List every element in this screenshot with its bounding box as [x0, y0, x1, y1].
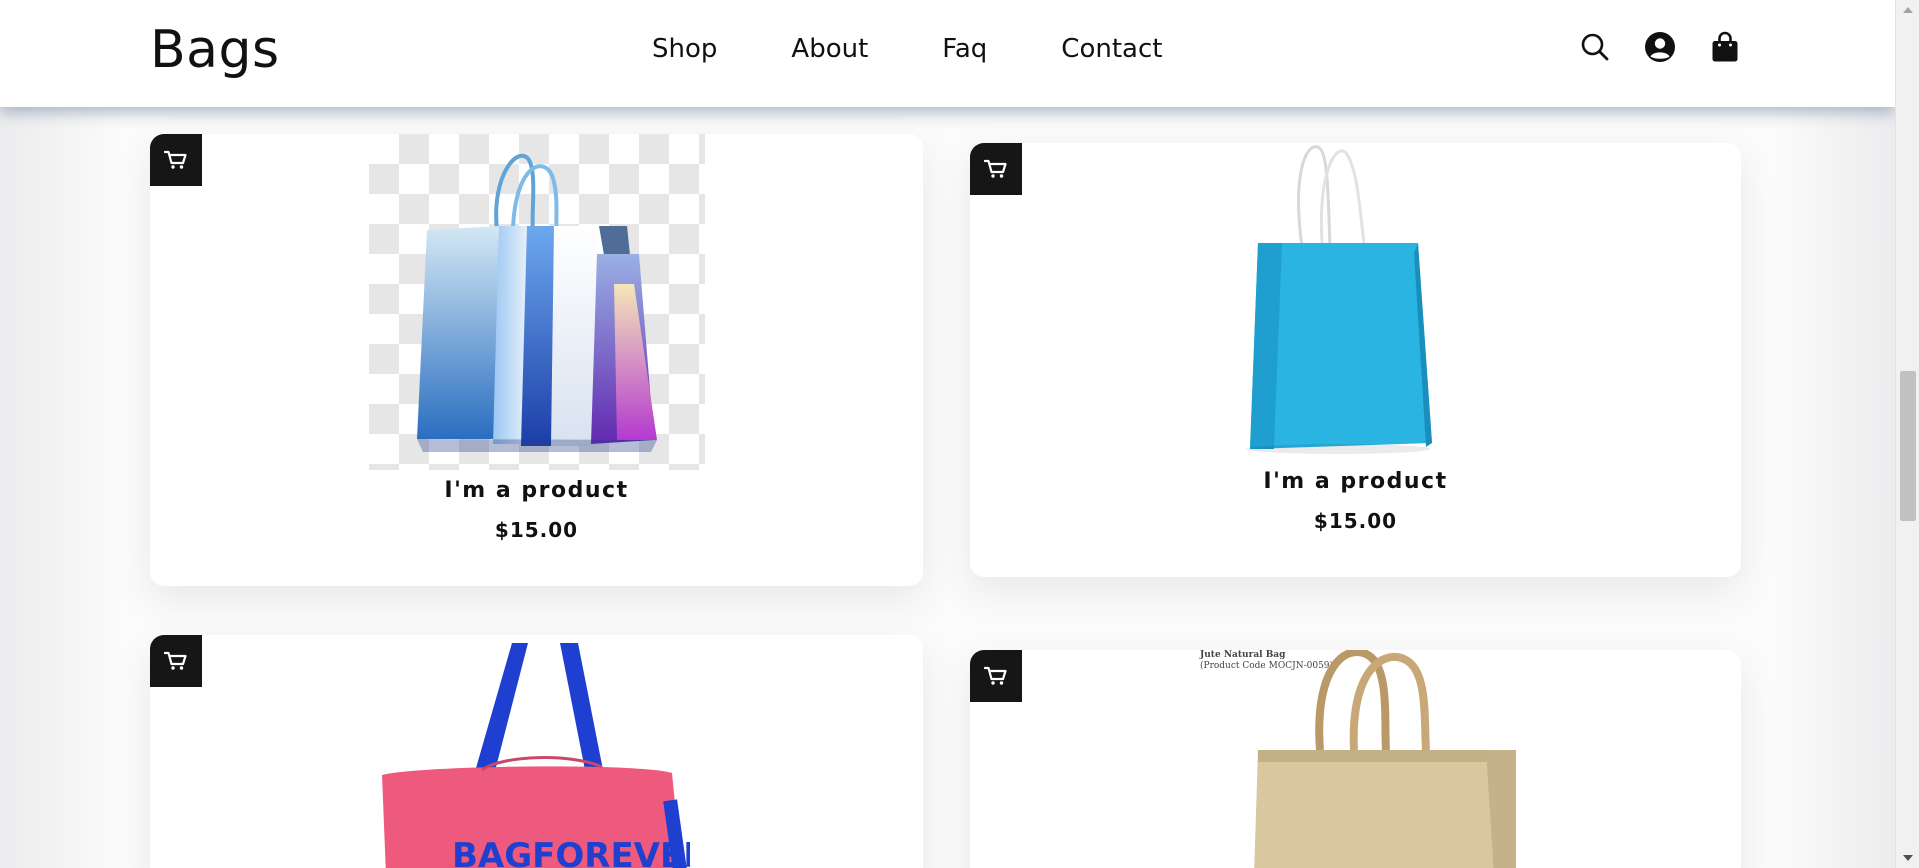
- product-image-jute-bag[interactable]: Jute Natural Bag (Product Code MOCJN-005…: [1194, 650, 1520, 868]
- add-to-cart-button[interactable]: [970, 650, 1022, 702]
- page: Bags Shop About Faq Contact I'm a produc…: [0, 0, 1895, 868]
- scroll-down-arrow-icon[interactable]: [1903, 855, 1913, 861]
- cart-icon: [984, 159, 1007, 178]
- nav-link-shop[interactable]: Shop: [652, 34, 717, 64]
- product-name[interactable]: I'm a product: [970, 469, 1741, 494]
- nav-link-about[interactable]: About: [791, 34, 868, 64]
- account-icon[interactable]: [1643, 30, 1677, 64]
- vertical-scrollbar[interactable]: [1895, 0, 1919, 868]
- shopping-bag-icon[interactable]: [1708, 30, 1742, 64]
- add-to-cart-button[interactable]: [150, 134, 202, 186]
- product-image-multicolor-bags[interactable]: [369, 134, 705, 470]
- product-card[interactable]: Jute Natural Bag (Product Code MOCJN-005…: [970, 650, 1741, 868]
- site-header: Bags Shop About Faq Contact: [0, 0, 1895, 107]
- header-icons: [1578, 30, 1742, 64]
- cart-icon: [984, 666, 1007, 685]
- add-to-cart-button[interactable]: [150, 635, 202, 687]
- product-image-blue-bag[interactable]: [1188, 143, 1524, 459]
- cart-icon: [164, 651, 187, 670]
- product-name[interactable]: I'm a product: [150, 478, 923, 503]
- scrollbar-thumb[interactable]: [1900, 371, 1916, 521]
- site-logo[interactable]: Bags: [150, 20, 280, 80]
- product-price: $15.00: [494, 518, 579, 542]
- search-icon[interactable]: [1578, 30, 1612, 64]
- scroll-up-arrow-icon[interactable]: [1903, 7, 1913, 13]
- product-card[interactable]: BAGFOREVER: [150, 635, 923, 868]
- product-image-pink-tote[interactable]: BAGFOREVER: [382, 635, 690, 868]
- main-nav: Shop About Faq Contact: [652, 34, 1236, 64]
- product-price: $15.00: [1313, 509, 1398, 533]
- product-card[interactable]: I'm a product $15.00: [150, 134, 923, 586]
- nav-link-contact[interactable]: Contact: [1061, 34, 1162, 64]
- cart-icon: [164, 150, 187, 169]
- nav-link-faq[interactable]: Faq: [942, 34, 987, 64]
- bag-brand-text: BAGFOREVER: [452, 836, 690, 868]
- product-card[interactable]: I'm a product $15.00: [970, 143, 1741, 577]
- add-to-cart-button[interactable]: [970, 143, 1022, 195]
